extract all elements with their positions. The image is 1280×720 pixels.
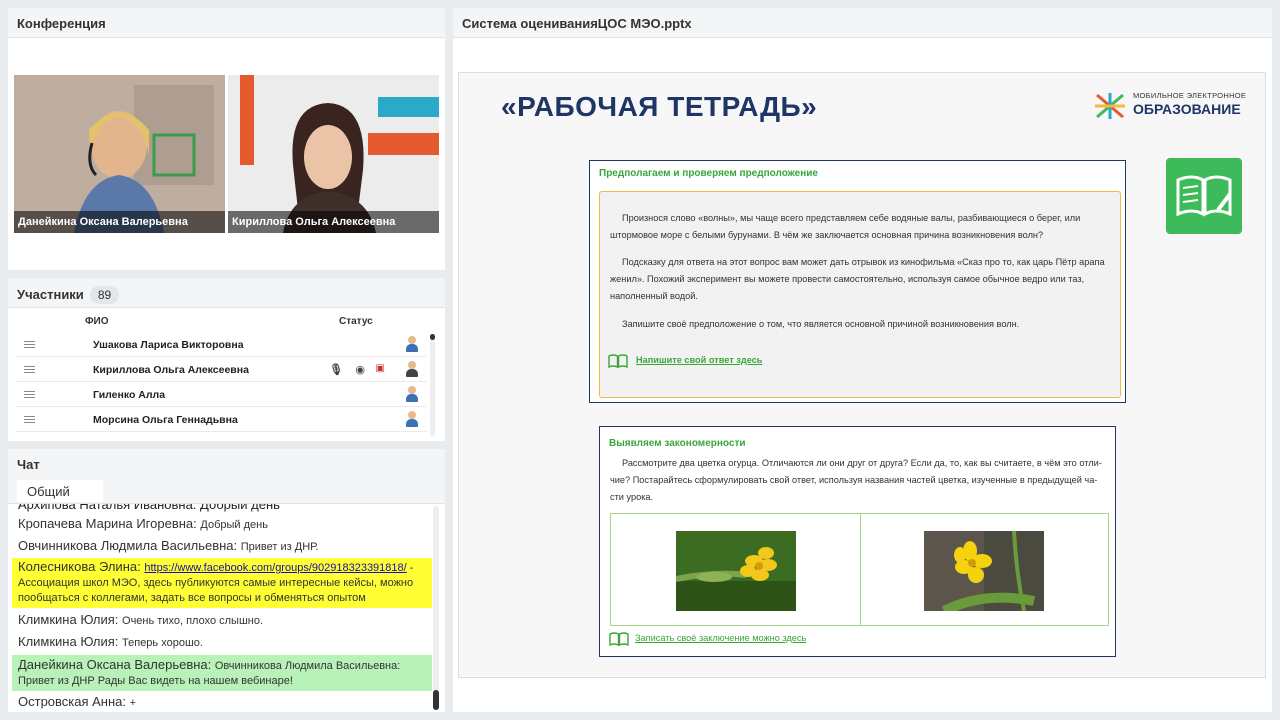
- presentation-panel: Система оцениванияЦОС МЭО.pptx «РАБОЧАЯ …: [453, 8, 1272, 712]
- drag-handle-icon[interactable]: [24, 366, 35, 373]
- conclusion-link[interactable]: Записать своё заключение можно здесь: [635, 633, 806, 643]
- photo-divider: [860, 514, 861, 625]
- participants-panel: Участники 89 ФИО Статус Ушакова Лариса Ви…: [8, 278, 445, 441]
- open-book-icon: [1166, 158, 1242, 234]
- meo-logo-icon: [1095, 93, 1125, 119]
- video-name: Данейкина Оксана Валерьевна: [14, 211, 225, 233]
- participants-count: 89: [89, 286, 120, 304]
- chat-message: Островская Анна: +: [18, 694, 137, 710]
- presentation-title: Система оцениванияЦОС МЭО.pptx: [453, 8, 1272, 38]
- logo-line2: ОБРАЗОВАНИЕ: [1133, 101, 1241, 117]
- user-icon: [405, 336, 419, 354]
- card-title: Предполагаем и проверяем предположение: [599, 168, 818, 179]
- participants-table-header: ФИО Статус: [8, 314, 445, 332]
- video-feed: [14, 75, 225, 233]
- drag-handle-icon[interactable]: [24, 391, 35, 398]
- participants-header: Участники 89: [8, 278, 445, 308]
- chat-title: Чат: [17, 457, 40, 472]
- participant-row[interactable]: Ушакова Лариса Викторовна: [16, 333, 427, 357]
- slide: «РАБОЧАЯ ТЕТРАДЬ» МОБИЛЬНОЕ ЭЛЕКТРОННОЕ …: [458, 72, 1266, 678]
- video-grid: Данейкина Оксана Валерьевна Кириллова Ол…: [14, 75, 439, 233]
- video-tile[interactable]: Данейкина Оксана Валерьевна: [14, 75, 225, 233]
- participant-name: Ушакова Лариса Викторовна: [93, 339, 244, 351]
- participant-name: Кириллова Ольга Алексеевна: [93, 364, 249, 376]
- book-icon: [609, 632, 629, 646]
- book-icon: [608, 354, 628, 368]
- drag-handle-icon[interactable]: [24, 416, 35, 423]
- drag-handle-icon[interactable]: [24, 341, 35, 348]
- video-tile[interactable]: Кириллова Ольга Алексеевна: [228, 75, 439, 233]
- chat-message-cut: Архипова Наталья Ивановна: Добрый день: [18, 504, 280, 512]
- participant-row[interactable]: Морсина Ольга Геннадьвна: [16, 408, 427, 432]
- chat-messages: Архипова Наталья Ивановна: Добрый день К…: [12, 504, 432, 709]
- chat-link[interactable]: https://www.facebook.com/groups/90291832…: [144, 562, 406, 574]
- user-icon: [405, 411, 419, 429]
- chat-message-highlighted: Данейкина Оксана Валерьевна: Овчинникова…: [12, 655, 432, 691]
- answer-link[interactable]: Напишите свой ответ здесь: [636, 355, 762, 365]
- chat-message: Овчинникова Людмила Васильевна: Привет и…: [18, 538, 319, 554]
- card-paragraph: Рассмотрите два цветка огурца. Отличаютс…: [610, 458, 1102, 502]
- participants-title: Участники: [17, 287, 84, 302]
- card-content: Произнося слово «волны», мы чаще всего п…: [599, 191, 1121, 398]
- video-feed: [228, 75, 439, 233]
- participant-row[interactable]: Кириллова Ольга Алексеевна 🎙 ◉ ▣: [16, 358, 427, 382]
- slide-title: «РАБОЧАЯ ТЕТРАДЬ»: [501, 91, 818, 122]
- participant-row[interactable]: Гиленко Алла: [16, 383, 427, 407]
- participants-scrollbar[interactable]: [430, 334, 435, 436]
- card-title: Выявляем закономерности: [609, 438, 746, 449]
- column-status: Статус: [339, 316, 373, 327]
- microphone-icon[interactable]: 🎙: [329, 363, 343, 376]
- photo-comparison: [610, 513, 1109, 626]
- webcam-icon[interactable]: ◉: [355, 363, 365, 376]
- chat-message: Климкина Юлия: Очень тихо, плохо слышно.: [18, 612, 264, 628]
- chat-message: Кропачева Марина Игоревна: Добрый день: [18, 516, 268, 532]
- conference-panel: Конференция Данейкина Оксана Валерьевна: [8, 8, 445, 270]
- conference-title: Конференция: [8, 8, 445, 38]
- cucumber-flower-photo: [676, 531, 796, 611]
- meo-logo: МОБИЛЬНОЕ ЭЛЕКТРОННОЕ ОБРАЗОВАНИЕ: [1093, 89, 1251, 123]
- video-name: Кириллова Ольга Алексеевна: [228, 211, 439, 233]
- card-paragraph: Произнося слово «волны», мы чаще всего п…: [610, 213, 1081, 240]
- user-icon: [405, 386, 419, 404]
- chat-panel: Чат Общий Архипова Наталья Ивановна: Доб…: [8, 449, 445, 712]
- chat-scrollbar[interactable]: [433, 506, 439, 710]
- logo-line1: МОБИЛЬНОЕ ЭЛЕКТРОННОЕ: [1133, 91, 1247, 100]
- card-paragraph: Подсказку для ответа на этот вопрос вам …: [610, 257, 1105, 301]
- column-name: ФИО: [85, 316, 109, 327]
- cucumber-flower-photo: [924, 531, 1044, 611]
- screen-share-off-icon[interactable]: ▣: [376, 363, 385, 374]
- chat-message-highlighted: Колесникова Элина: https://www.facebook.…: [12, 558, 432, 608]
- chat-message: Климкина Юлия: Теперь хорошо.: [18, 634, 203, 650]
- presenter-icon: [405, 361, 419, 379]
- chat-tab-general[interactable]: Общий: [17, 480, 103, 502]
- task-card-hypothesis: Предполагаем и проверяем предположение П…: [589, 160, 1126, 403]
- card-paragraph: Запишите своё предположение о том, что я…: [622, 319, 1020, 329]
- participant-name: Морсина Ольга Геннадьвна: [93, 414, 238, 426]
- task-card-patterns: Выявляем закономерности Рассмотрите два …: [599, 426, 1116, 657]
- participant-name: Гиленко Алла: [93, 389, 166, 401]
